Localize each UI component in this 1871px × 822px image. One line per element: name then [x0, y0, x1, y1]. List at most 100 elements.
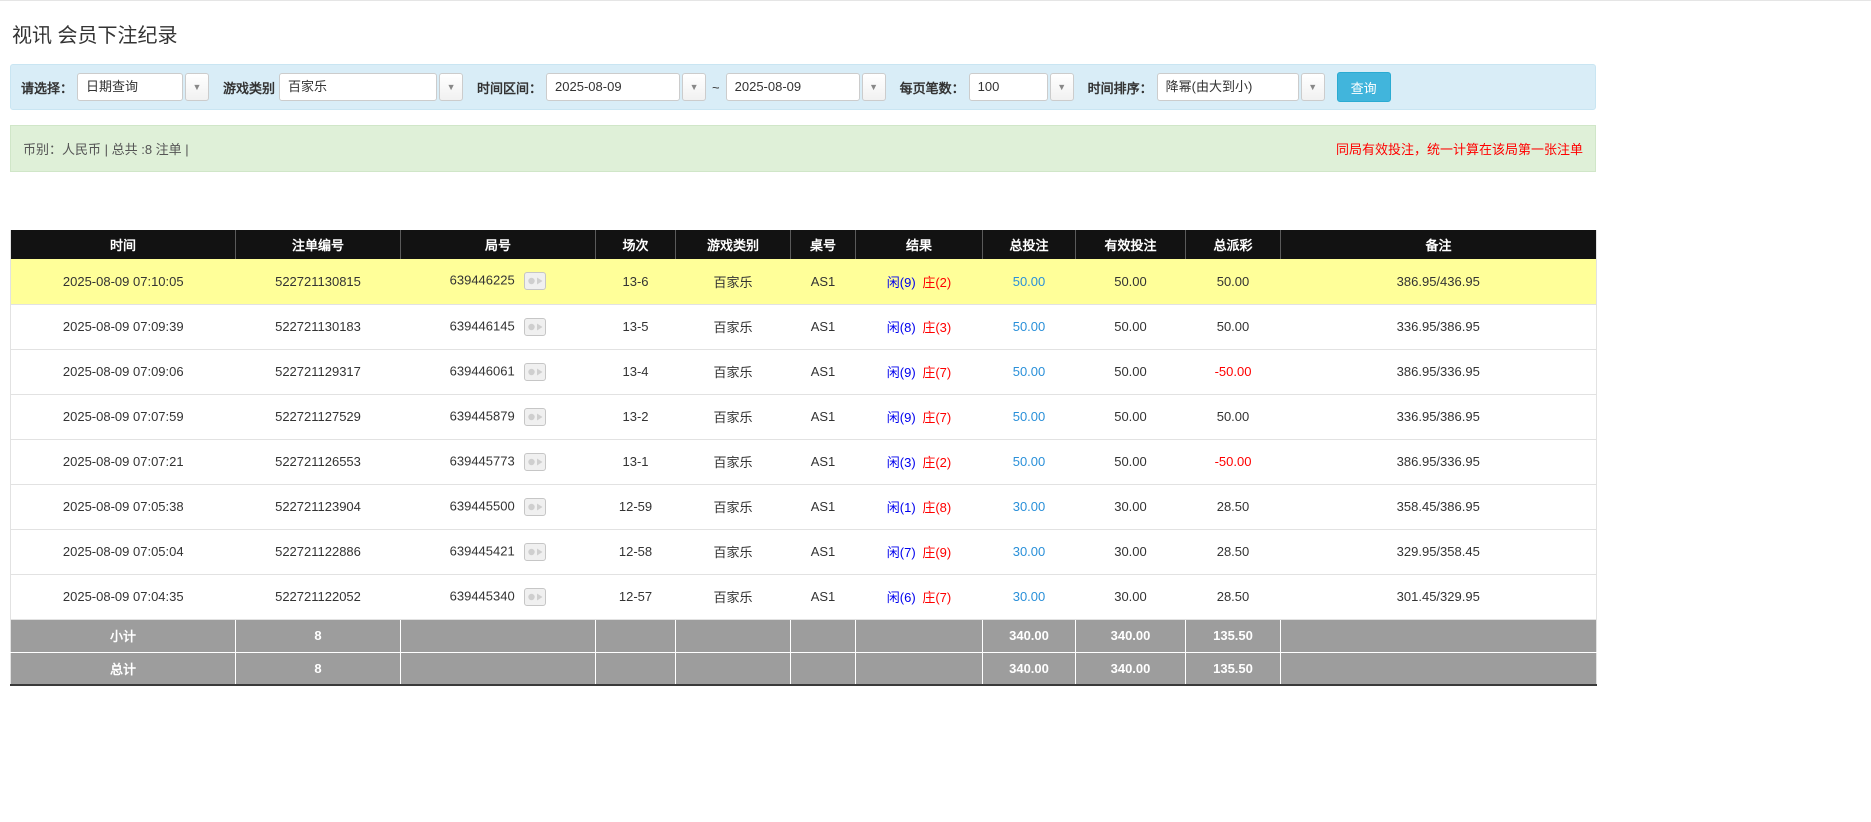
cell-session: 13-4	[595, 349, 676, 395]
cell-bet-id: 522721122886	[235, 529, 401, 575]
table-row: 2025-08-09 07:09:06 522721129317 6394460…	[10, 349, 1597, 395]
table-row: 2025-08-09 07:05:04 522721122886 6394454…	[10, 529, 1597, 575]
result-player: 闲(6)	[886, 590, 916, 605]
result-player: 闲(3)	[886, 455, 916, 470]
total-bet-link[interactable]: 30.00	[1013, 499, 1046, 514]
total-bet-link[interactable]: 50.00	[1013, 274, 1046, 289]
cell-session: 13-5	[595, 304, 676, 350]
cell-table: AS1	[790, 574, 856, 620]
cell-result: 闲(6) 庄(7)	[855, 574, 983, 620]
bet-records-table: 时间 注单编号 局号 场次 游戏类别 桌号 结果 总投注 有效投注 总派彩 备注…	[10, 230, 1597, 686]
result-player: 闲(9)	[886, 365, 916, 380]
search-button[interactable]: 查询	[1336, 72, 1391, 102]
total-bet-link[interactable]: 50.00	[1013, 409, 1046, 424]
video-icon[interactable]	[524, 587, 547, 606]
page-size-combo[interactable]: 100 ▼	[968, 73, 1074, 101]
chevron-down-icon[interactable]: ▼	[185, 73, 210, 101]
date-from-value[interactable]: 2025-08-09	[546, 73, 681, 101]
video-icon[interactable]	[524, 272, 547, 291]
table-row: 2025-08-09 07:10:05 522721130815 6394462…	[10, 259, 1597, 305]
cell-round: 639445773	[400, 439, 596, 485]
total-bet-link[interactable]: 30.00	[1013, 589, 1046, 604]
cell-payout: -50.00	[1185, 349, 1281, 395]
cell-valid-bet: 30.00	[1075, 529, 1186, 575]
subtotal-empty-cell	[790, 619, 856, 653]
col-header-bet-id: 注单编号	[235, 230, 401, 259]
col-header-round: 局号	[400, 230, 596, 259]
cell-bet-id: 522721127529	[235, 394, 401, 440]
subtotal-empty-cell	[1280, 619, 1597, 653]
cell-result: 闲(9) 庄(7)	[855, 394, 983, 440]
game-type-combo[interactable]: 百家乐 ▼	[279, 73, 464, 101]
cell-valid-bet: 50.00	[1075, 349, 1186, 395]
cell-total-bet: 50.00	[982, 439, 1076, 485]
cell-session: 12-58	[595, 529, 676, 575]
notice-text: 同局有效投注，统一计算在该局第一张注单	[1335, 142, 1583, 157]
table-footer: 小计 8 340.00 340.00 135.50 总计 8 340.00 34…	[10, 619, 1597, 686]
total-bet-link[interactable]: 50.00	[1013, 364, 1046, 379]
cell-note: 386.95/336.95	[1280, 349, 1597, 395]
cell-table: AS1	[790, 439, 856, 485]
cell-time: 2025-08-09 07:05:38	[10, 484, 236, 530]
cell-game-type: 百家乐	[675, 349, 791, 395]
round-number: 639445421	[449, 542, 515, 558]
total-empty-cell	[675, 652, 791, 686]
cell-total-bet: 30.00	[982, 529, 1076, 575]
col-header-payout: 总派彩	[1185, 230, 1281, 259]
sort-order-value[interactable]: 降幂(由大到小)	[1156, 73, 1299, 101]
date-range-label: 时间区间：	[477, 80, 543, 96]
cell-payout: 50.00	[1185, 304, 1281, 350]
cell-valid-bet: 30.00	[1075, 484, 1186, 530]
cell-round: 639446061	[400, 349, 596, 395]
result-player: 闲(7)	[886, 545, 916, 560]
video-icon[interactable]	[524, 542, 547, 561]
cell-table: AS1	[790, 484, 856, 530]
col-header-note: 备注	[1280, 230, 1597, 259]
total-label: 总计	[10, 652, 236, 686]
video-icon[interactable]	[524, 452, 547, 471]
video-icon[interactable]	[524, 362, 547, 381]
cell-bet-id: 522721126553	[235, 439, 401, 485]
date-to-value[interactable]: 2025-08-09	[725, 73, 860, 101]
total-bet-link[interactable]: 30.00	[1013, 544, 1046, 559]
select-mode-combo[interactable]: 日期查询 ▼	[77, 73, 210, 101]
total-bet-link[interactable]: 50.00	[1013, 319, 1046, 334]
total-bet-link[interactable]: 50.00	[1013, 454, 1046, 469]
cell-total-bet: 50.00	[982, 259, 1076, 305]
cell-total-bet: 50.00	[982, 349, 1076, 395]
subtotal-empty-cell	[400, 619, 596, 653]
subtotal-row: 小计 8 340.00 340.00 135.50	[10, 619, 1597, 653]
subtotal-total-bet: 340.00	[982, 619, 1076, 653]
chevron-down-icon[interactable]: ▼	[682, 73, 707, 101]
cell-bet-id: 522721130815	[235, 259, 401, 305]
cell-valid-bet: 50.00	[1075, 394, 1186, 440]
cell-note: 386.95/436.95	[1280, 259, 1597, 305]
game-type-value[interactable]: 百家乐	[279, 73, 438, 101]
date-from-combo[interactable]: 2025-08-09 ▼	[546, 73, 707, 101]
chevron-down-icon[interactable]: ▼	[861, 73, 886, 101]
date-range-separator: ~	[712, 79, 720, 95]
cell-payout: 50.00	[1185, 394, 1281, 440]
cell-game-type: 百家乐	[675, 574, 791, 620]
result-banker: 庄(3)	[922, 320, 952, 335]
video-icon[interactable]	[524, 497, 547, 516]
cell-game-type: 百家乐	[675, 529, 791, 575]
col-header-game-type: 游戏类别	[675, 230, 791, 259]
video-icon[interactable]	[524, 317, 547, 336]
page-size-value[interactable]: 100	[968, 73, 1048, 101]
chevron-down-icon[interactable]: ▼	[1049, 73, 1074, 101]
total-empty-cell	[855, 652, 983, 686]
total-valid-bet: 340.00	[1075, 652, 1186, 686]
select-mode-value[interactable]: 日期查询	[77, 73, 184, 101]
chevron-down-icon[interactable]: ▼	[439, 73, 464, 101]
col-header-total-bet: 总投注	[982, 230, 1076, 259]
cell-round: 639445500	[400, 484, 596, 530]
chevron-down-icon[interactable]: ▼	[1300, 73, 1325, 101]
cell-game-type: 百家乐	[675, 304, 791, 350]
video-icon[interactable]	[524, 407, 547, 426]
subtotal-payout: 135.50	[1185, 619, 1281, 653]
sort-order-combo[interactable]: 降幂(由大到小) ▼	[1156, 73, 1325, 101]
date-to-combo[interactable]: 2025-08-09 ▼	[725, 73, 886, 101]
cell-time: 2025-08-09 07:09:06	[10, 349, 236, 395]
cell-game-type: 百家乐	[675, 394, 791, 440]
